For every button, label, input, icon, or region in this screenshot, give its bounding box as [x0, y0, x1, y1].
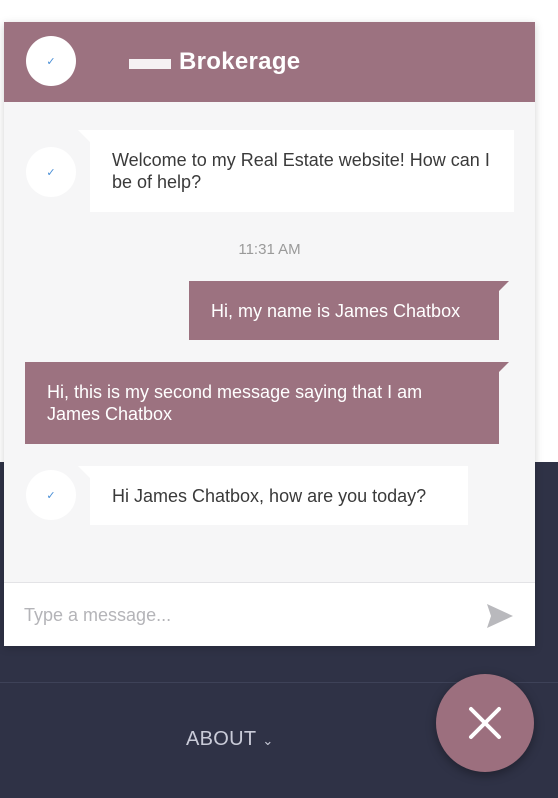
message-text: Hi, this is my second message saying tha… — [47, 382, 423, 424]
brand-logo-mark — [129, 59, 171, 69]
check-icon: ✓ — [46, 55, 56, 68]
message-text: Welcome to my Real Estate website! How c… — [112, 150, 490, 192]
bot-avatar: ✓ — [26, 147, 76, 197]
close-icon — [469, 707, 501, 739]
close-chat-button[interactable] — [436, 674, 534, 772]
header-avatar: ✓ — [26, 36, 76, 86]
nav-about-link[interactable]: ABOUT ⌄ — [186, 728, 274, 751]
chat-header: ✓ Brokerage — [4, 22, 535, 102]
message-input[interactable] — [24, 601, 464, 629]
chat-title: Brokerage — [179, 48, 301, 75]
message-text: Hi, my name is James Chatbox — [211, 300, 461, 321]
message-composer — [4, 582, 535, 646]
user-message-bubble: Hi, my name is James Chatbox — [189, 281, 509, 340]
nav-about-label: ABOUT — [186, 728, 257, 750]
message-timestamp: 11:31 AM — [238, 241, 301, 258]
check-icon: ✓ — [46, 489, 56, 502]
message-text: Hi James Chatbox, how are you today? — [112, 485, 427, 506]
bot-avatar: ✓ — [26, 470, 76, 520]
send-icon[interactable] — [486, 603, 514, 629]
chat-widget: ✓ Brokerage ✓ Welcome to my Real Estate … — [4, 22, 535, 646]
page: ABOUT ⌄ ✓ Brokerage ✓ Welcome to my Real… — [0, 0, 558, 798]
bot-message-bubble: Welcome to my Real Estate website! How c… — [78, 130, 514, 212]
check-icon: ✓ — [46, 166, 56, 179]
user-message-bubble: Hi, this is my second message saying tha… — [25, 362, 509, 444]
bot-message-bubble: Hi James Chatbox, how are you today? — [78, 466, 468, 525]
chevron-down-icon: ⌄ — [262, 733, 274, 748]
